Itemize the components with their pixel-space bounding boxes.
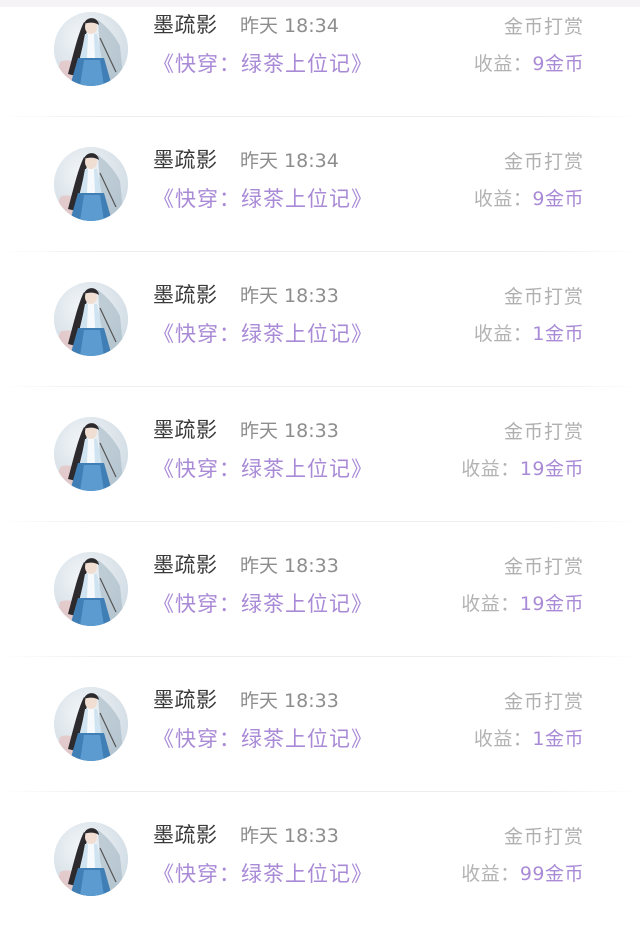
income-amount: 9金币 <box>532 53 584 75</box>
user-avatar-icon <box>54 282 128 356</box>
income-amount: 1金币 <box>532 323 584 345</box>
timestamp: 昨天 18:33 <box>240 555 339 577</box>
avatar[interactable] <box>54 552 128 626</box>
tip-type-label: 金币打赏 <box>503 826 584 848</box>
user-name[interactable]: 墨疏影 <box>153 819 218 849</box>
income-amount: 9金币 <box>532 188 584 210</box>
tip-type-label: 金币打赏 <box>503 421 584 443</box>
book-title[interactable]: 《快穿：绿茶上位记》 <box>153 723 373 753</box>
avatar[interactable] <box>54 687 128 761</box>
avatar[interactable] <box>54 147 128 221</box>
user-avatar-icon <box>54 147 128 221</box>
income-label: 收益： <box>473 728 533 750</box>
book-title[interactable]: 《快穿：绿茶上位记》 <box>153 453 373 483</box>
income-text: 收益：1金币 <box>474 724 584 751</box>
user-name[interactable]: 墨疏影 <box>153 684 218 714</box>
book-title[interactable]: 《快穿：绿茶上位记》 <box>153 183 373 213</box>
tip-type-label: 金币打赏 <box>503 16 584 38</box>
income-amount: 1金币 <box>532 728 584 750</box>
tip-record-list: 墨疏影 昨天 18:34 《快穿：绿茶上位记》 金币打赏 收益：9金币 墨疏影 … <box>0 0 640 901</box>
income-text: 收益：99金币 <box>461 859 584 886</box>
avatar[interactable] <box>54 282 128 356</box>
income-amount: 19金币 <box>519 458 584 480</box>
book-title[interactable]: 《快穿：绿茶上位记》 <box>153 318 373 348</box>
user-avatar-icon <box>54 687 128 761</box>
income-label: 收益： <box>461 593 520 615</box>
income-label: 收益： <box>473 53 533 75</box>
income-label: 收益： <box>473 323 533 345</box>
tip-record-row[interactable]: 墨疏影 昨天 18:34 《快穿：绿茶上位记》 金币打赏 收益：9金币 <box>0 0 640 117</box>
tip-record-row[interactable]: 墨疏影 昨天 18:33 《快穿：绿茶上位记》 金币打赏 收益：1金币 <box>0 252 640 387</box>
tip-record-row[interactable]: 墨疏影 昨天 18:33 《快穿：绿茶上位记》 金币打赏 收益：99金币 <box>0 792 640 927</box>
timestamp: 昨天 18:34 <box>240 15 339 37</box>
user-avatar-icon <box>54 12 128 86</box>
user-name[interactable]: 墨疏影 <box>153 9 218 39</box>
user-name[interactable]: 墨疏影 <box>153 279 218 309</box>
income-text: 收益：9金币 <box>474 49 584 76</box>
timestamp: 昨天 18:33 <box>240 420 339 442</box>
user-avatar-icon <box>54 552 128 626</box>
tip-record-row[interactable]: 墨疏影 昨天 18:33 《快穿：绿茶上位记》 金币打赏 收益：1金币 <box>0 657 640 792</box>
tip-type-label: 金币打赏 <box>503 556 584 578</box>
user-name[interactable]: 墨疏影 <box>153 549 218 579</box>
income-label: 收益： <box>473 188 533 210</box>
avatar[interactable] <box>54 822 128 896</box>
timestamp: 昨天 18:34 <box>240 150 339 172</box>
book-title[interactable]: 《快穿：绿茶上位记》 <box>153 858 373 888</box>
avatar[interactable] <box>54 12 128 86</box>
user-avatar-icon <box>54 822 128 896</box>
timestamp: 昨天 18:33 <box>240 690 339 712</box>
tip-record-row[interactable]: 墨疏影 昨天 18:34 《快穿：绿茶上位记》 金币打赏 收益：9金币 <box>0 117 640 252</box>
income-label: 收益： <box>461 863 520 885</box>
user-avatar-icon <box>54 417 128 491</box>
income-amount: 19金币 <box>519 593 584 615</box>
user-name[interactable]: 墨疏影 <box>153 144 218 174</box>
income-text: 收益：9金币 <box>474 184 584 211</box>
income-label: 收益： <box>461 458 520 480</box>
timestamp: 昨天 18:33 <box>240 825 339 847</box>
avatar[interactable] <box>54 417 128 491</box>
tip-type-label: 金币打赏 <box>503 691 584 713</box>
book-title[interactable]: 《快穿：绿茶上位记》 <box>153 48 373 78</box>
tip-type-label: 金币打赏 <box>503 151 584 173</box>
tip-record-row[interactable]: 墨疏影 昨天 18:33 《快穿：绿茶上位记》 金币打赏 收益：19金币 <box>0 522 640 657</box>
income-text: 收益：19金币 <box>461 454 584 481</box>
book-title[interactable]: 《快穿：绿茶上位记》 <box>153 588 373 618</box>
tip-type-label: 金币打赏 <box>503 286 584 308</box>
income-text: 收益：1金币 <box>474 319 584 346</box>
timestamp: 昨天 18:33 <box>240 285 339 307</box>
income-amount: 99金币 <box>519 863 584 885</box>
user-name[interactable]: 墨疏影 <box>153 414 218 444</box>
income-text: 收益：19金币 <box>461 589 584 616</box>
tip-record-row[interactable]: 墨疏影 昨天 18:33 《快穿：绿茶上位记》 金币打赏 收益：19金币 <box>0 387 640 522</box>
